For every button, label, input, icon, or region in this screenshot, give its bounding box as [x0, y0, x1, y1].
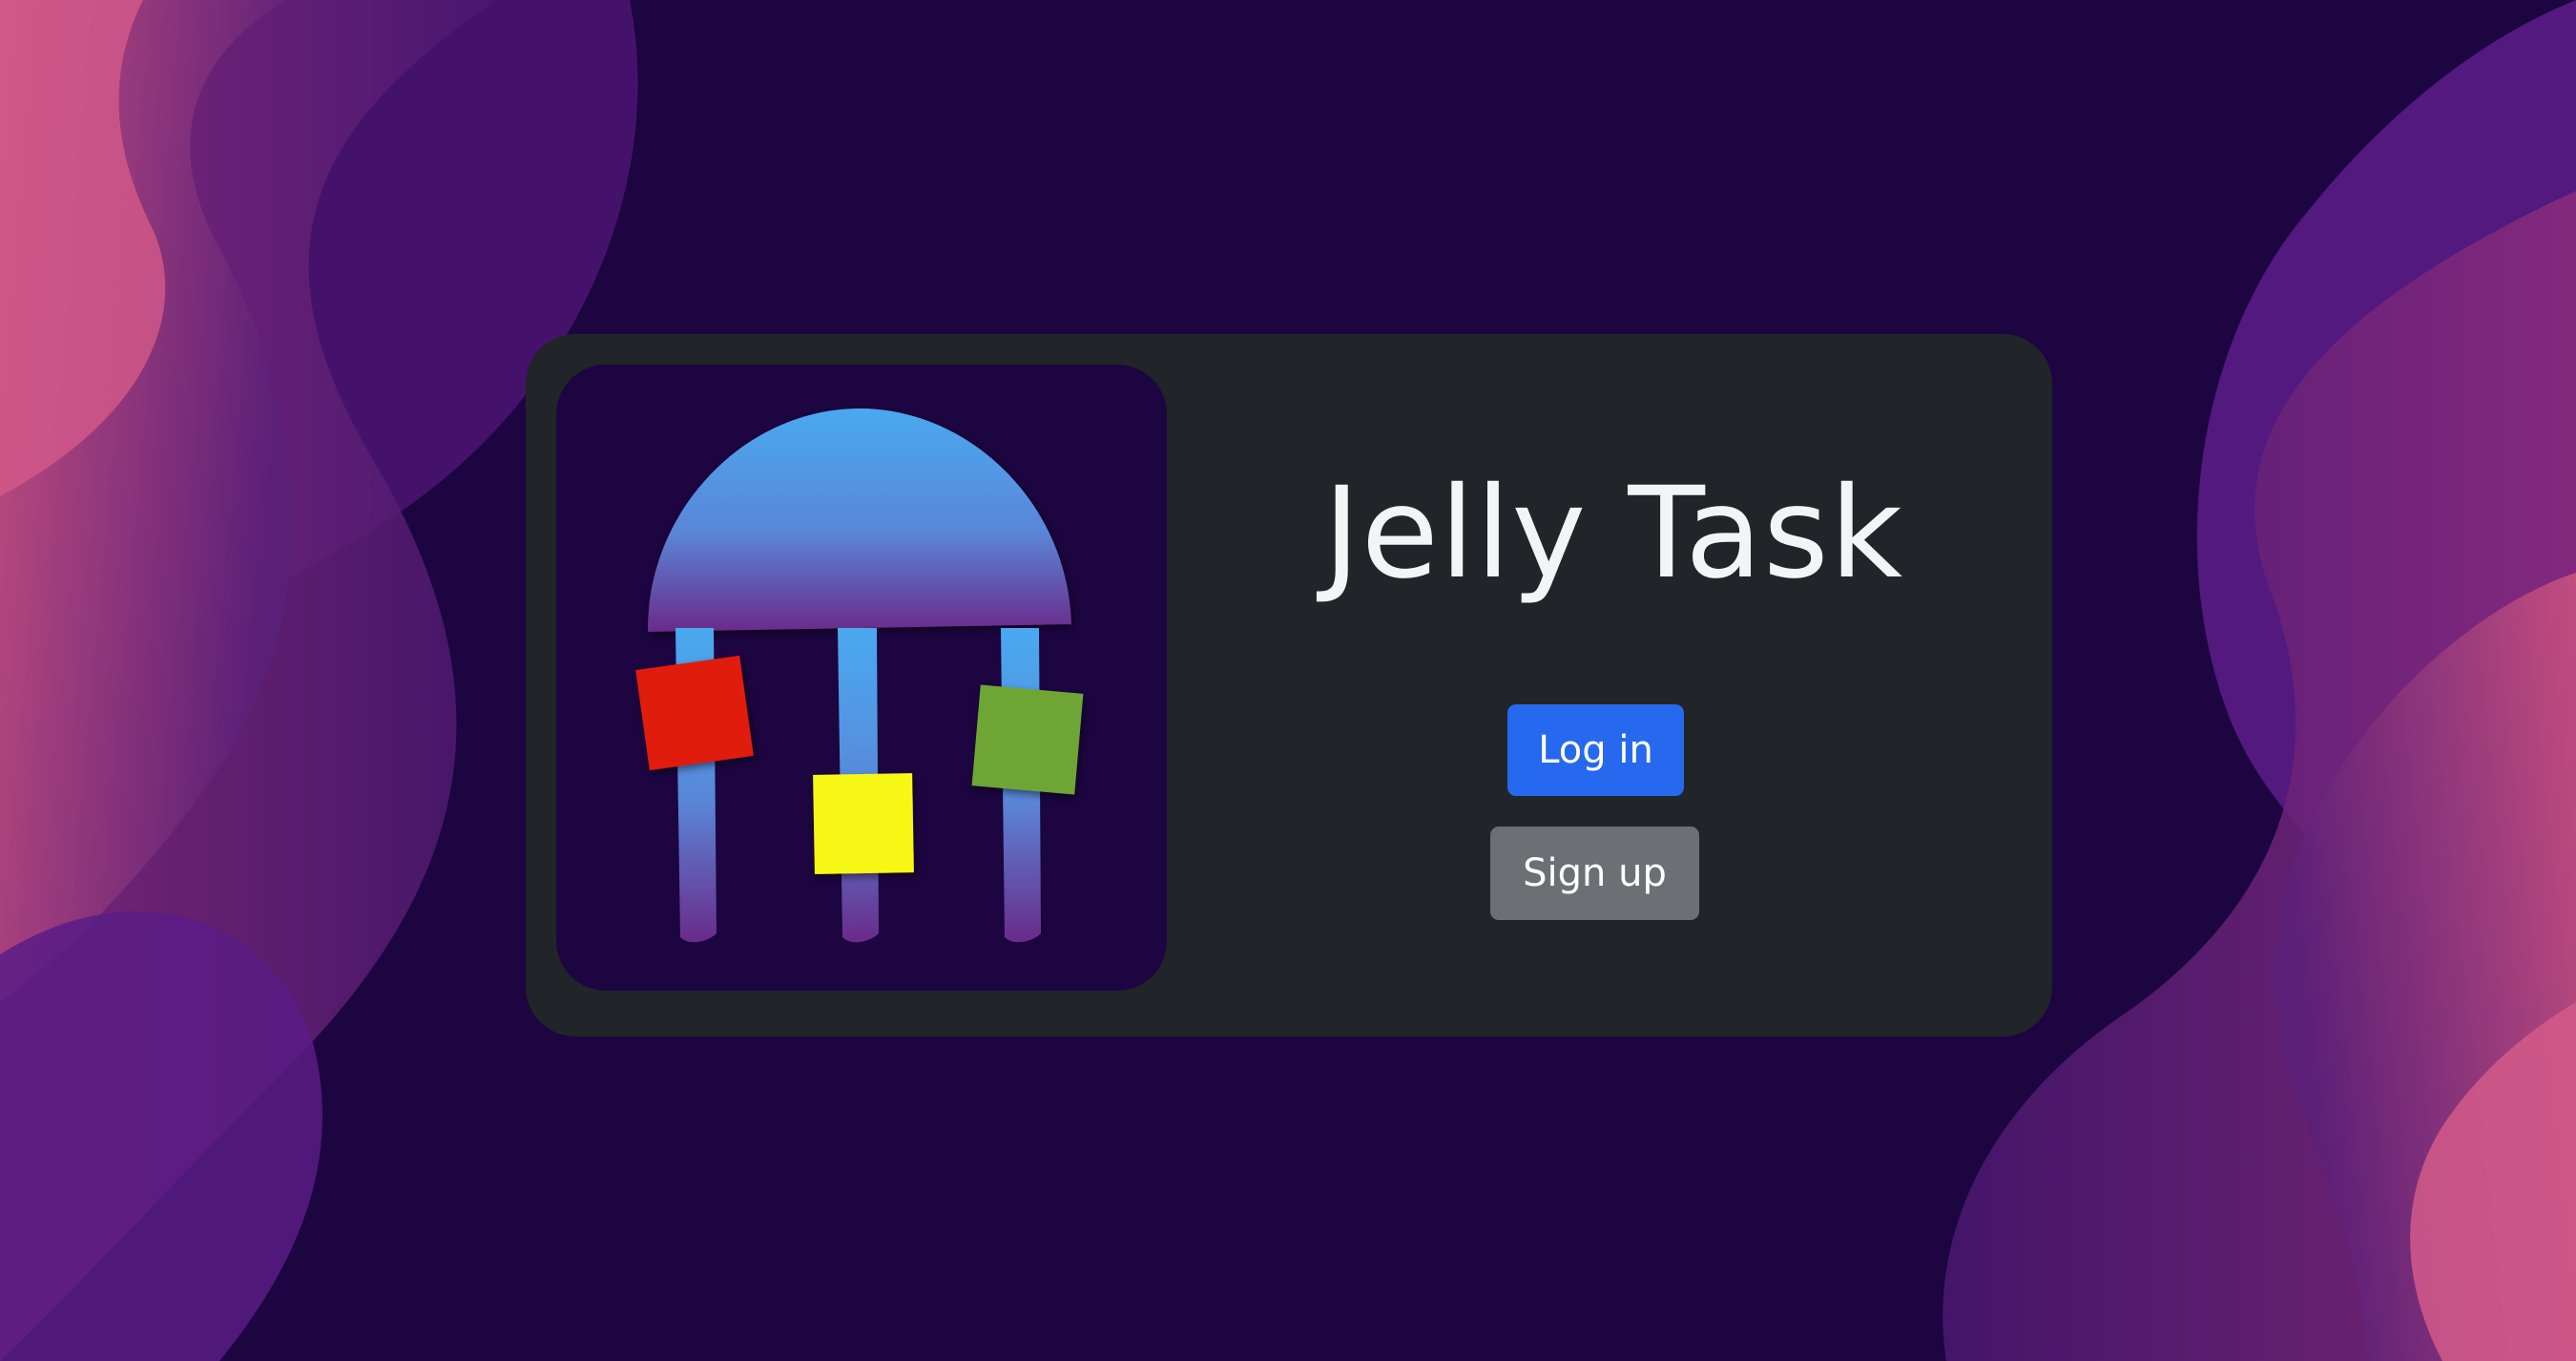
welcome-card: Jelly Task Log in Sign up — [526, 334, 2052, 1036]
app-title: Jelly Task — [1322, 460, 1904, 607]
signup-button[interactable]: Sign up — [1490, 827, 1699, 920]
login-button[interactable]: Log in — [1507, 704, 1684, 796]
jellyfish-logo-icon — [635, 408, 1084, 943]
logo-panel — [556, 365, 1167, 991]
